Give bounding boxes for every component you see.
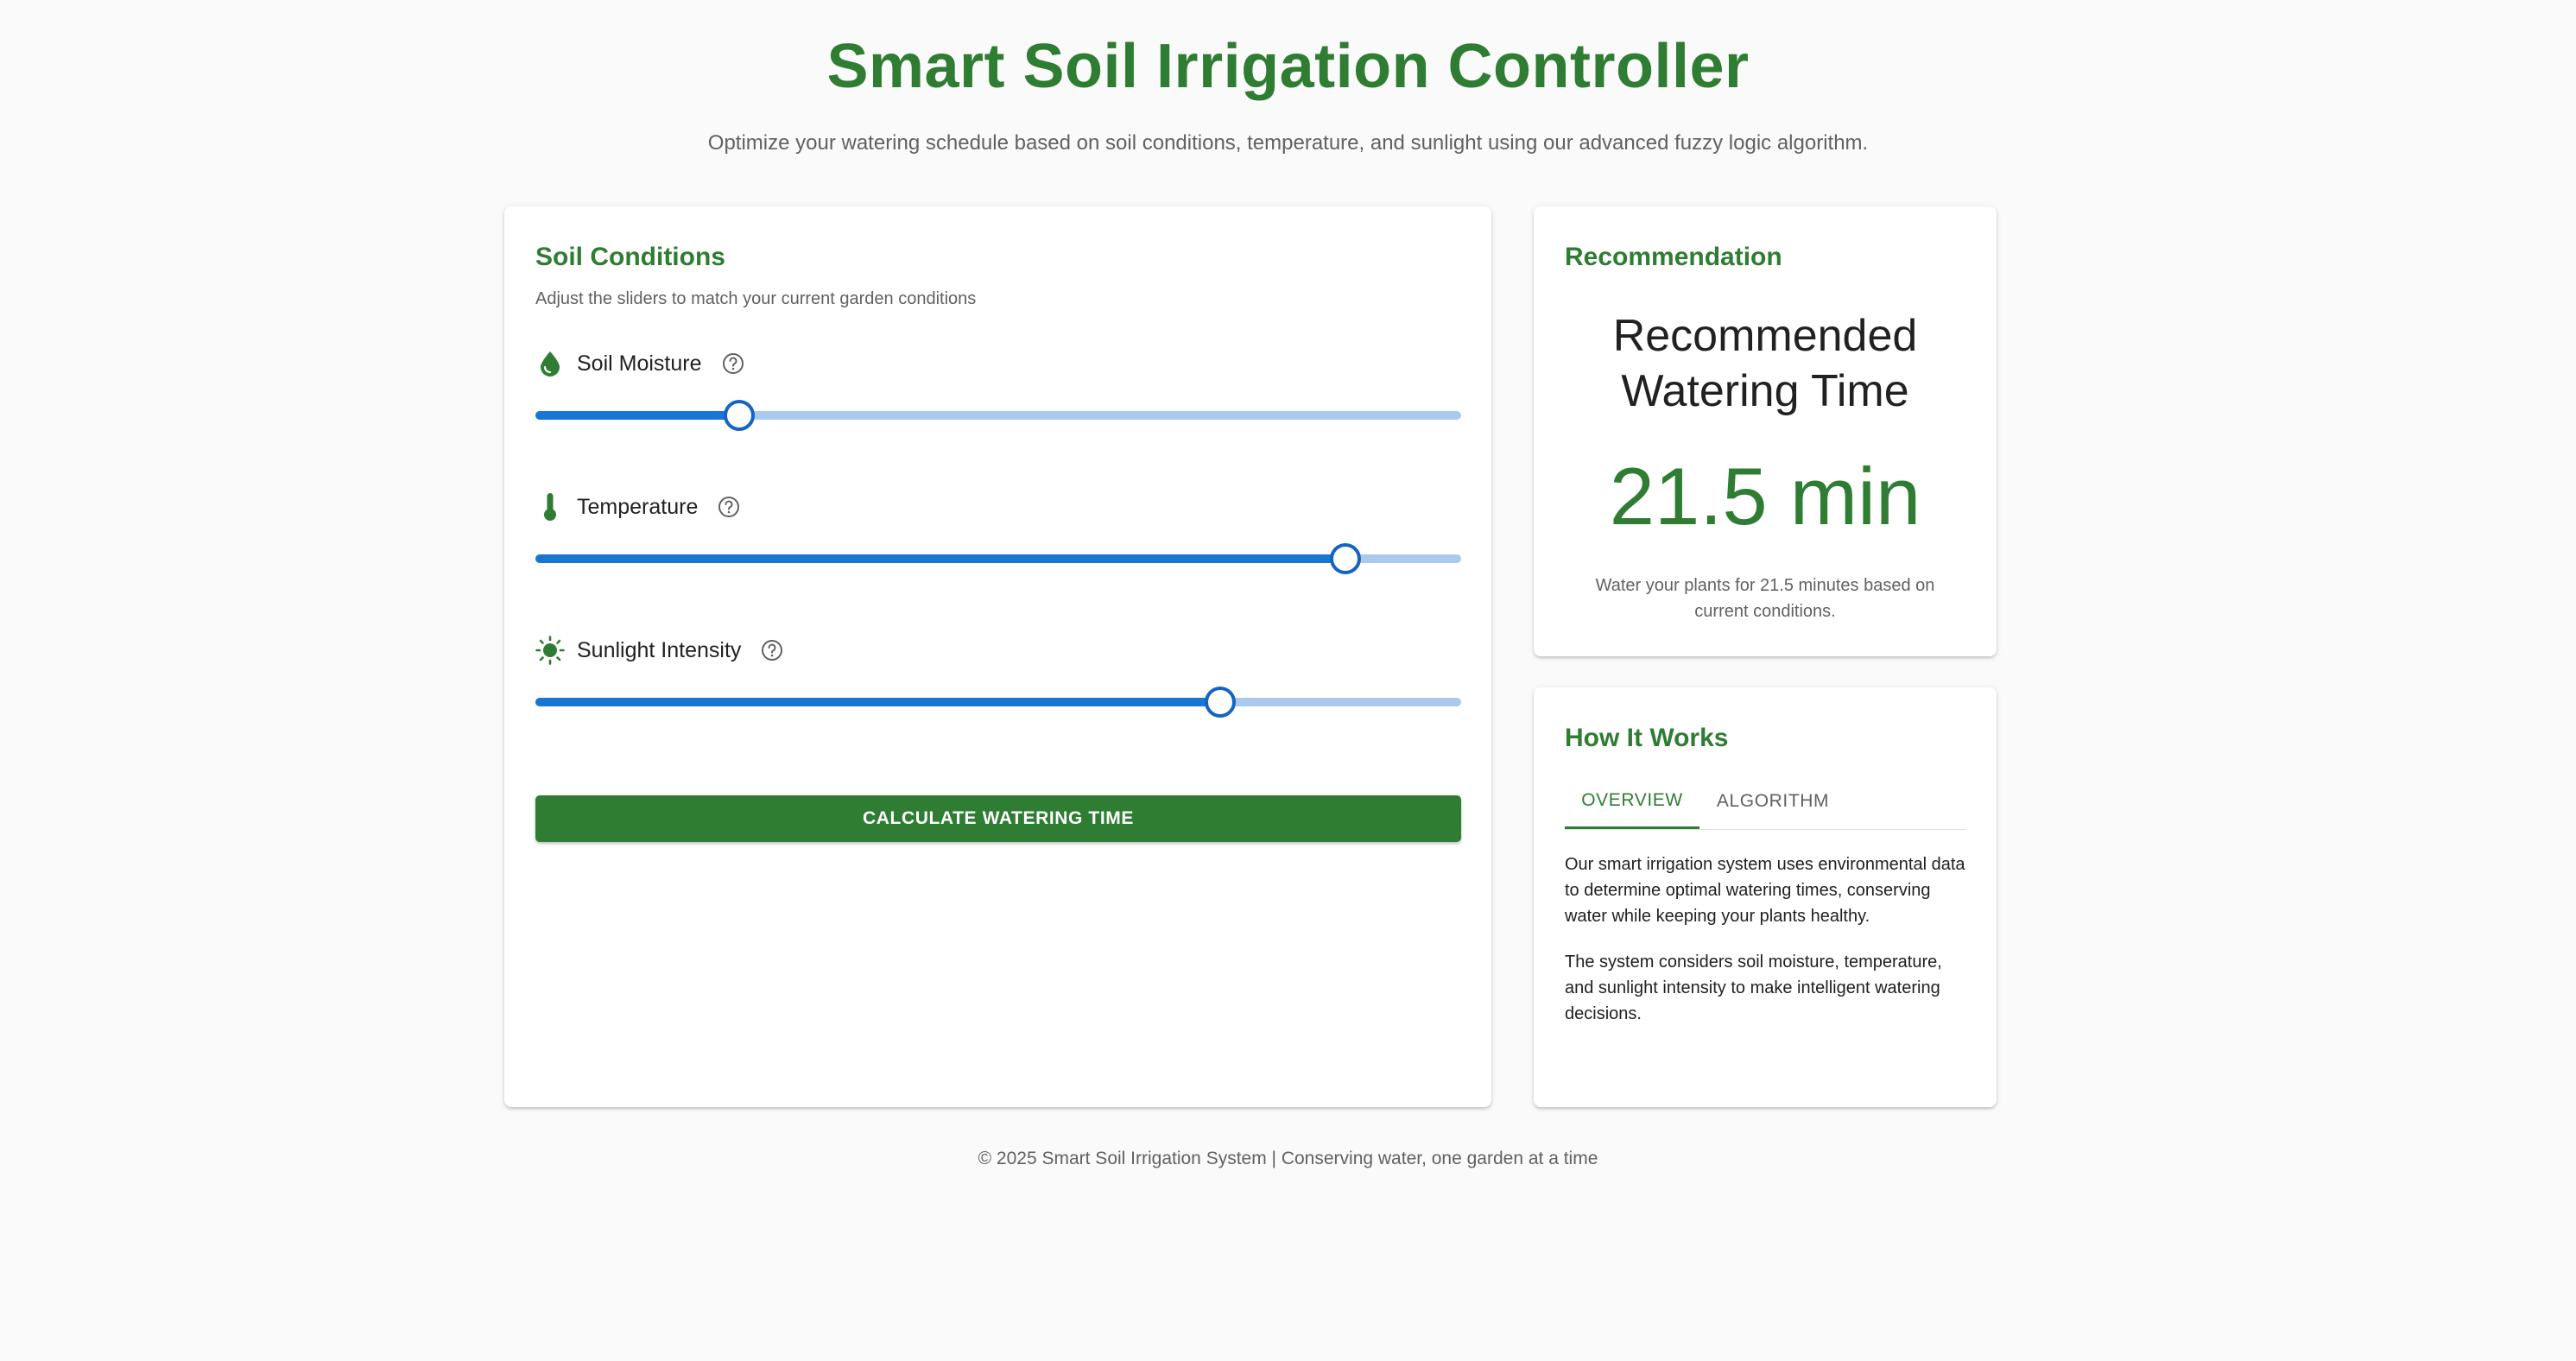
recommendation-card: Recommendation Recommended Watering Time… xyxy=(1534,206,1997,656)
how-it-works-title: How It Works xyxy=(1565,724,1729,752)
temperature-label: Temperature xyxy=(577,494,699,519)
how-it-works-card: How It Works OVERVIEW ALGORITHM Our smar… xyxy=(1534,687,1997,1107)
slider-thumb[interactable] xyxy=(1205,687,1237,718)
soil-conditions-card: Soil Conditions Adjust the sliders to ma… xyxy=(504,206,1491,1107)
help-icon[interactable] xyxy=(760,638,784,662)
sunlight-intensity-slider[interactable] xyxy=(535,687,1461,718)
soil-moisture-slider-group: Soil Moisture xyxy=(535,346,1461,450)
soil-conditions-caption: Adjust the sliders to match your current… xyxy=(535,289,977,308)
help-icon[interactable] xyxy=(717,495,741,519)
overview-paragraph: The system considers soil moisture, temp… xyxy=(1565,953,1942,1023)
recommendation-title: Recommendation xyxy=(1565,243,1782,271)
soil-moisture-slider[interactable] xyxy=(535,400,1461,431)
slider-fill xyxy=(535,411,739,420)
water-drop-icon xyxy=(535,349,565,378)
slider-thumb[interactable] xyxy=(723,400,755,431)
help-icon[interactable] xyxy=(721,351,745,376)
soil-conditions-title: Soil Conditions xyxy=(535,243,725,271)
overview-paragraph: Our smart irrigation system uses environ… xyxy=(1565,855,1965,926)
tab-algorithm[interactable]: ALGORITHM xyxy=(1699,774,1846,829)
page-title: Smart Soil Irrigation Controller xyxy=(826,32,1750,101)
footer-text: © 2025 Smart Soil Irrigation System | Co… xyxy=(978,1149,1598,1168)
page-subtitle: Optimize your watering schedule based on… xyxy=(707,131,1869,155)
calculate-watering-time-button[interactable]: CALCULATE WATERING TIME xyxy=(535,795,1461,842)
sun-icon xyxy=(535,636,565,665)
thermometer-icon xyxy=(535,492,565,522)
tab-overview[interactable]: OVERVIEW xyxy=(1565,774,1699,829)
overview-tab-panel: Our smart irrigation system uses environ… xyxy=(1565,851,1965,1047)
soil-moisture-label: Soil Moisture xyxy=(577,351,702,376)
watering-time-value: 21.5 min xyxy=(1609,451,1921,541)
slider-fill xyxy=(535,554,1345,563)
temperature-slider[interactable] xyxy=(535,543,1461,574)
sunlight-intensity-label: Sunlight Intensity xyxy=(577,637,742,662)
sunlight-slider-group: Sunlight Intensity xyxy=(535,633,1461,737)
recommendation-note: Water your plants for 21.5 minutes based… xyxy=(1595,576,1935,621)
how-it-works-tabs: OVERVIEW ALGORITHM xyxy=(1565,774,1965,830)
slider-thumb[interactable] xyxy=(1330,543,1361,574)
recommended-watering-heading: Recommended Watering Time xyxy=(1612,311,1918,416)
slider-fill xyxy=(535,698,1221,706)
temperature-slider-group: Temperature xyxy=(535,490,1461,593)
